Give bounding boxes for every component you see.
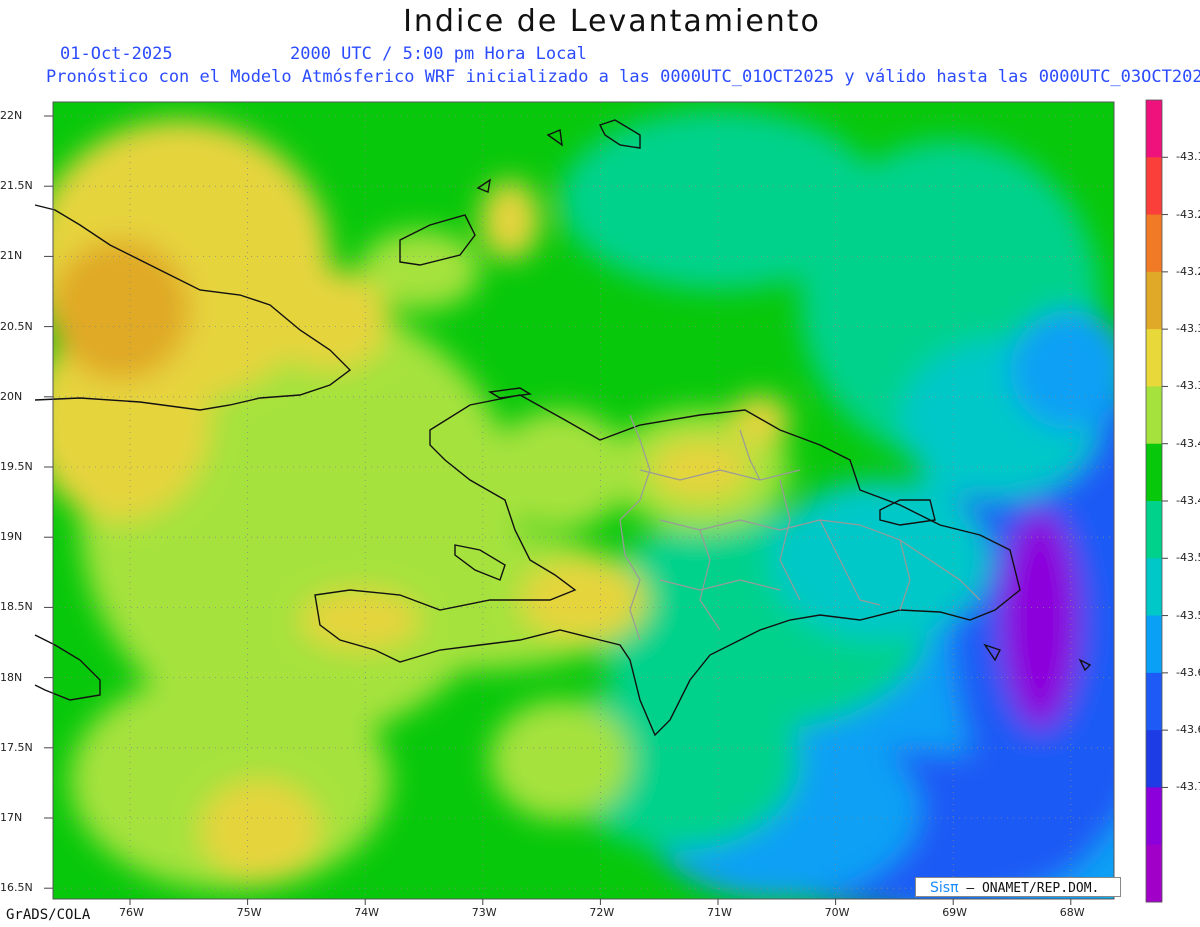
filled-contour-field <box>53 102 1114 899</box>
lat-label: 21.5N <box>0 179 33 193</box>
lon-label: 70W <box>824 906 850 919</box>
colorbar-segment <box>1146 730 1162 788</box>
lon-label: 71W <box>707 906 732 919</box>
colorbar-segment <box>1146 329 1162 387</box>
lat-label: 20.5N <box>0 319 33 333</box>
lifted-index-map <box>34 99 1168 905</box>
lon-label: 69W <box>942 906 968 919</box>
lon-label: 76W <box>119 906 144 919</box>
lat-label: 22N <box>0 109 23 122</box>
contour-blob <box>1010 310 1114 430</box>
colorbar-label: -43.4 <box>1176 494 1200 507</box>
colorbar-segment <box>1146 386 1162 445</box>
lat-label: 18N <box>0 670 23 684</box>
contour-blob <box>490 700 630 820</box>
colorbar-segment <box>1146 787 1162 846</box>
lon-label: 74W <box>354 906 380 919</box>
colorbar-label: -43.2 <box>1176 207 1200 221</box>
colorbar-label: -43.3 <box>1176 379 1200 393</box>
colorbar-segment <box>1146 157 1162 216</box>
colorbar-label: -43.7 <box>1176 780 1200 794</box>
colorbar-segment <box>1146 844 1162 903</box>
colorbar-segment <box>1146 615 1162 674</box>
colorbar-segment <box>1146 672 1162 731</box>
lat-label: 19.5N <box>0 460 33 473</box>
contour-blob <box>730 395 790 445</box>
colorbar-label: -43.1 <box>1176 150 1200 164</box>
lon-label: 72W <box>589 906 615 919</box>
software-label: GrADS/COLA <box>6 907 91 923</box>
colorbar-segment <box>1146 501 1162 559</box>
contour-blob <box>53 240 190 380</box>
lat-label: 18.5N <box>0 600 33 614</box>
contour-blob <box>490 410 630 530</box>
colorbar-segment <box>1146 100 1162 158</box>
lat-label: 19N <box>0 530 23 544</box>
credit-text: – ONAMET/REP.DOM. <box>966 881 1100 896</box>
lat-label: 16.5N <box>0 881 33 895</box>
contour-blob <box>200 780 320 880</box>
lat-label: 17.5N <box>0 740 33 754</box>
contour-blob <box>480 180 540 260</box>
colorbar-label: -43.6 <box>1176 665 1200 679</box>
colorbar-segment <box>1146 214 1162 273</box>
colorbar <box>1145 99 1168 903</box>
colorbar-label: -43.3 <box>1176 322 1200 336</box>
colorbar-label: -43.6 <box>1176 723 1200 737</box>
contour-blob <box>300 590 420 650</box>
colorbar-segment <box>1146 271 1162 330</box>
colorbar-label: -43.5 <box>1176 551 1200 565</box>
lon-label: 75W <box>236 906 262 919</box>
colorbar-label: -43.4 <box>1176 436 1200 450</box>
colorbar-segment <box>1146 443 1162 502</box>
brand-logo: Sisπ <box>930 880 959 896</box>
colorbar-label: -43.5 <box>1176 608 1200 622</box>
contour-blob <box>650 440 750 500</box>
lon-label: 73W <box>471 906 497 919</box>
lat-label: 21N <box>0 249 23 263</box>
credit-box: Sisπ – ONAMET/REP.DOM. <box>915 877 1121 897</box>
contour-blob <box>1000 510 1080 730</box>
colorbar-segment <box>1146 558 1162 617</box>
colorbar-label: -43.2 <box>1176 264 1200 278</box>
lat-label: 20N <box>0 389 23 403</box>
lat-label: 17N <box>0 811 23 824</box>
lon-label: 68W <box>1059 906 1085 919</box>
